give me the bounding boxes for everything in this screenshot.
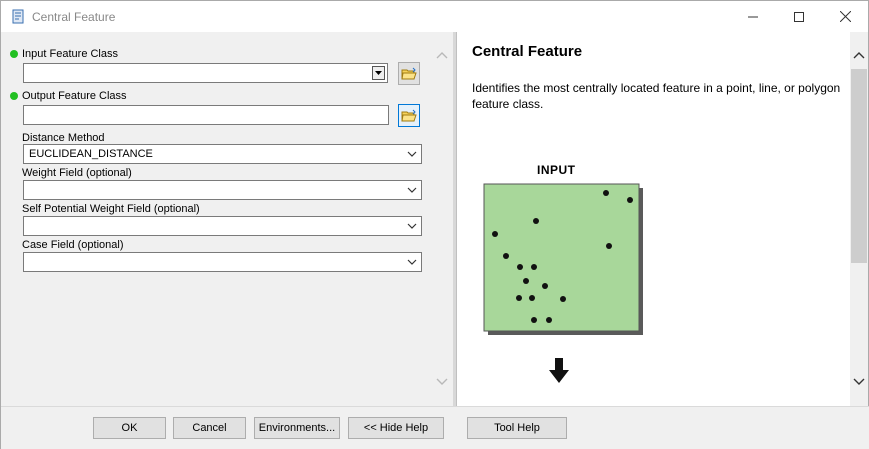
scroll-thumb[interactable] [851,69,867,263]
scroll-up-icon[interactable] [436,51,448,59]
close-button[interactable] [822,1,868,32]
help-description: Identifies the most centrally located fe… [472,81,841,111]
distance-method-select[interactable]: EUCLIDEAN_DISTANCE [23,144,422,164]
point-marker [517,264,523,270]
required-indicator [10,50,18,58]
open-folder-icon [401,67,417,79]
point-marker [533,218,539,224]
close-icon [839,11,851,22]
point-marker [606,243,612,249]
hide-help-button[interactable]: << Hide Help [348,417,444,439]
ok-button[interactable]: OK [93,417,166,439]
distance-method-label: Distance Method [22,132,105,144]
point-marker [531,264,537,270]
point-marker [516,295,522,301]
point-marker [627,197,633,203]
chevron-down-icon [407,151,417,157]
point-marker [503,253,509,259]
dialog-button-bar: OK Cancel Environments... << Hide Help T… [1,406,869,449]
input-feature-class-combo[interactable] [23,63,388,83]
help-title: Central Feature [472,43,583,60]
parameters-pane: Input Feature Class Output Feature Class [2,32,453,406]
weight-field-select[interactable] [23,180,422,200]
required-indicator [10,92,18,100]
chevron-down-icon [407,259,417,265]
environments-button[interactable]: Environments... [254,417,340,439]
window-title: Central Feature [32,10,116,24]
point-marker [523,278,529,284]
output-browse-button[interactable] [398,104,420,127]
open-folder-icon [401,109,417,121]
chevron-down-icon [407,223,417,229]
case-field-label: Case Field (optional) [22,239,124,251]
minimize-icon [748,16,758,17]
parameters-scrollbar[interactable] [431,32,453,406]
scroll-down-icon[interactable] [436,378,448,386]
distance-method-value: EUCLIDEAN_DISTANCE [29,148,153,160]
output-feature-class-label: Output Feature Class [22,90,127,102]
input-browse-button[interactable] [398,62,420,85]
dropdown-arrow-icon [375,71,382,75]
maximize-button[interactable] [776,1,822,32]
point-marker [546,317,552,323]
point-marker [603,190,609,196]
point-marker [531,317,537,323]
point-marker [560,296,566,302]
self-potential-weight-field-select[interactable] [23,216,422,236]
scroll-down-icon[interactable] [853,378,865,386]
tool-help-button[interactable]: Tool Help [467,417,567,439]
case-field-select[interactable] [23,252,422,272]
maximize-icon [794,11,804,22]
combo-dropdown-button[interactable] [372,66,385,80]
chevron-down-icon [407,187,417,193]
tool-dialog-window: Central Feature Input Feature Class Outp… [0,0,869,449]
diagram-input-label: INPUT [537,163,576,177]
self-potential-weight-field-label: Self Potential Weight Field (optional) [22,203,200,215]
title-bar: Central Feature [1,1,868,32]
input-points-diagram [483,183,643,335]
scroll-up-icon[interactable] [853,51,865,59]
weight-field-label: Weight Field (optional) [22,167,132,179]
point-marker [542,283,548,289]
point-marker [492,231,498,237]
toolbox-script-icon [12,9,24,24]
help-scrollbar[interactable] [850,32,868,406]
cancel-button[interactable]: Cancel [173,417,246,439]
arrow-down-icon [549,358,569,383]
help-pane: Central Feature Identifies the most cent… [456,32,868,406]
point-marker [529,295,535,301]
minimize-button[interactable] [730,1,776,32]
input-feature-class-label: Input Feature Class [22,48,118,60]
output-feature-class-field[interactable] [23,105,389,125]
